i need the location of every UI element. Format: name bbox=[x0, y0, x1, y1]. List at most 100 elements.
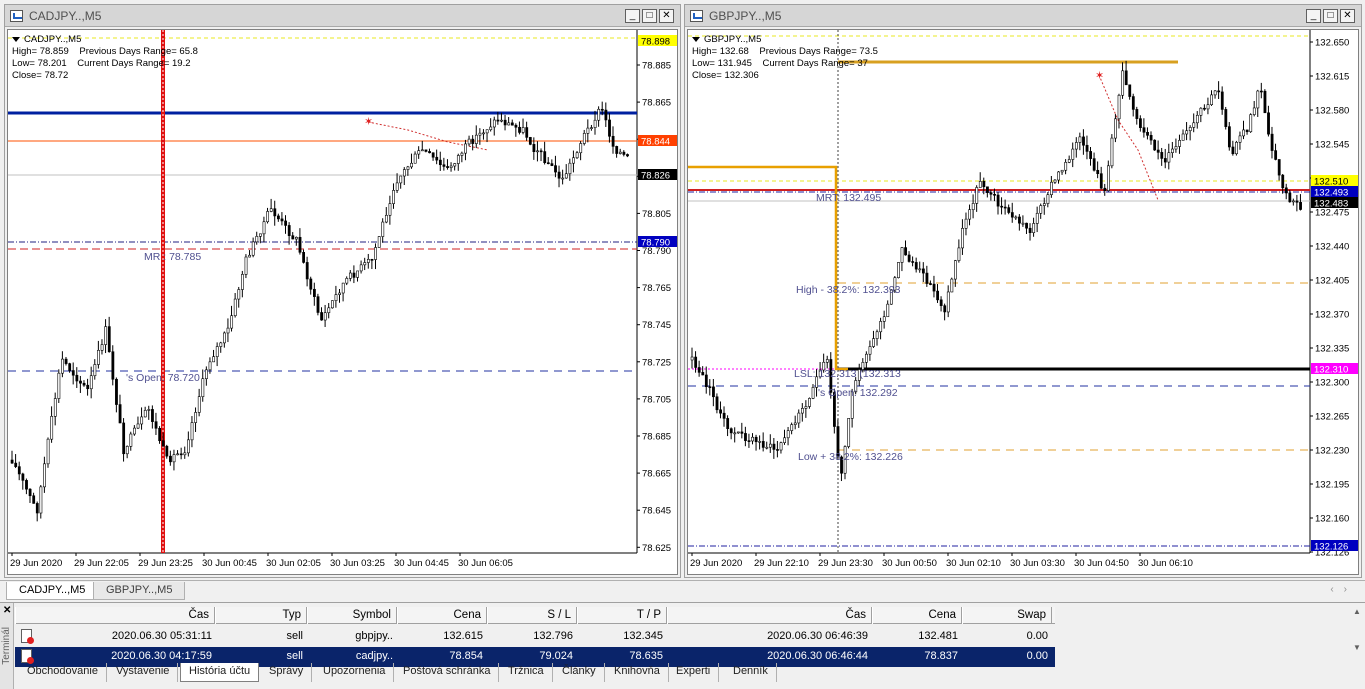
tab-alerts[interactable]: Upozornenia bbox=[315, 663, 395, 682]
col-type[interactable]: Typ bbox=[215, 607, 307, 624]
candle-body bbox=[273, 208, 277, 217]
candle-body bbox=[305, 262, 309, 280]
price-tick-label: 78.885 bbox=[642, 61, 671, 72]
close-button[interactable]: ✕ bbox=[659, 9, 674, 23]
candle-body bbox=[536, 150, 539, 153]
tab-experts[interactable]: Experti bbox=[668, 663, 720, 682]
candle-body bbox=[929, 283, 932, 285]
chart-tab-cadjpy[interactable]: CADJPY..,M5 bbox=[6, 582, 99, 600]
chart-tab-gbpjpy[interactable]: GBPJPY..,M5 bbox=[93, 582, 186, 600]
col-close-time[interactable]: Čas bbox=[667, 607, 872, 624]
candle-body bbox=[907, 254, 911, 262]
table-row[interactable]: 2020.06.30 05:31:11 sell gbpjpy.. 132.61… bbox=[15, 627, 1055, 647]
col-swap[interactable]: Swap bbox=[962, 607, 1052, 624]
price-tick-label: 132.545 bbox=[1315, 140, 1349, 151]
candle-body bbox=[532, 144, 536, 153]
tab-account-history[interactable]: História účtu bbox=[180, 663, 260, 682]
chart-window-cadjpy[interactable]: CADJPY..,M5 _ □ ✕ ✶ 78.885 78.865 78.844 78.… bbox=[4, 4, 681, 578]
candle-body bbox=[503, 119, 507, 126]
candle-body bbox=[808, 398, 811, 407]
table-scrollbar[interactable]: ▲ ▼ bbox=[1351, 607, 1363, 667]
tab-scroll-arrows-icon[interactable]: ‹› bbox=[1330, 584, 1357, 595]
candle-body bbox=[492, 119, 496, 128]
candle-body bbox=[237, 289, 241, 300]
candle-body bbox=[1000, 205, 1004, 208]
candle-body bbox=[53, 398, 57, 417]
candle-body bbox=[39, 486, 43, 514]
candle-body bbox=[172, 454, 176, 463]
price-tick-label: 132.440 bbox=[1315, 242, 1349, 253]
close-icon[interactable]: ✕ bbox=[3, 605, 11, 616]
candle-body bbox=[704, 374, 708, 388]
candle-body bbox=[971, 203, 975, 211]
col-tp[interactable]: T / P bbox=[577, 607, 667, 624]
maximize-button[interactable]: □ bbox=[1323, 9, 1338, 23]
cadjpy-chart-svg[interactable]: ✶ 78.885 78.865 78.844 78.826 78.805 78.790 78.… bbox=[8, 30, 678, 575]
candle-body bbox=[460, 152, 464, 156]
swap-cell: 0.00 bbox=[1026, 630, 1048, 642]
col-price[interactable]: Cena bbox=[397, 607, 487, 624]
candle-body bbox=[747, 440, 751, 442]
candle-body bbox=[248, 254, 252, 258]
candle-body bbox=[1035, 212, 1039, 224]
candle-body bbox=[129, 433, 133, 447]
tab-mailbox[interactable]: Poštová schránka bbox=[395, 663, 500, 682]
candle-body bbox=[68, 363, 72, 371]
candle-body bbox=[100, 344, 104, 351]
candle-body bbox=[341, 282, 345, 294]
candle-body bbox=[352, 272, 356, 278]
candle-body bbox=[327, 307, 331, 314]
chart-canvas[interactable]: ✶ 78.885 78.865 78.844 78.826 78.805 78.790 78.… bbox=[7, 29, 678, 575]
close-button[interactable]: ✕ bbox=[1340, 9, 1355, 23]
tab-exposure[interactable]: Vystavenie bbox=[108, 663, 179, 682]
tab-market[interactable]: Tržnica bbox=[500, 663, 553, 682]
tab-journal[interactable]: Denník bbox=[725, 663, 777, 682]
gbpjpy-chart-svg[interactable]: ✶132.650132.615132.580132.545132.510132.… bbox=[688, 30, 1359, 575]
candle-body bbox=[957, 247, 961, 261]
candle-body bbox=[996, 194, 1000, 207]
collapse-triangle-icon[interactable] bbox=[12, 36, 20, 42]
candle-body bbox=[428, 151, 431, 154]
window-titlebar[interactable]: CADJPY..,M5 _ □ ✕ bbox=[5, 5, 680, 27]
col-open-time[interactable]: Čas bbox=[15, 607, 215, 624]
candle-body bbox=[765, 446, 769, 449]
candle-body bbox=[879, 321, 883, 333]
candle-body bbox=[1124, 70, 1128, 86]
candle-body bbox=[1156, 149, 1160, 153]
tab-articles[interactable]: Články bbox=[554, 663, 605, 682]
close-time-cell: 2020.06.30 06:46:44 bbox=[767, 650, 868, 662]
candle-body bbox=[320, 312, 324, 321]
candle-body bbox=[726, 418, 730, 429]
col-close-price[interactable]: Cena bbox=[872, 607, 962, 624]
tab-news[interactable]: Správy bbox=[261, 663, 313, 682]
col-symbol[interactable]: Symbol bbox=[307, 607, 397, 624]
tab-trade[interactable]: Obchodovanie bbox=[19, 663, 107, 682]
candle-body bbox=[14, 462, 18, 467]
minimize-button[interactable]: _ bbox=[1306, 9, 1321, 23]
candle-body bbox=[1163, 158, 1167, 163]
chart-window-gbpjpy[interactable]: GBPJPY..,M5 _ □ ✕ ✶ 132.650 132.615 132.580… bbox=[684, 4, 1362, 578]
time-tick-label: 29 Jun 2020 bbox=[10, 558, 62, 569]
price-label-text: 132.310 bbox=[1314, 365, 1348, 376]
tab-library[interactable]: Knihovňa bbox=[606, 663, 669, 682]
chart-canvas[interactable]: ✶132.650132.615132.580132.545132.510132.… bbox=[687, 29, 1359, 575]
minimize-button[interactable]: _ bbox=[625, 9, 640, 23]
candle-body bbox=[89, 375, 93, 390]
candle-body bbox=[35, 503, 39, 514]
candle-body bbox=[615, 146, 619, 154]
candle-body bbox=[946, 291, 950, 313]
candle-body bbox=[179, 453, 183, 456]
col-sl[interactable]: S / L bbox=[487, 607, 577, 624]
maximize-button[interactable]: □ bbox=[642, 9, 657, 23]
candle-body bbox=[190, 422, 194, 441]
candle-body bbox=[847, 418, 851, 447]
candle-body bbox=[244, 256, 248, 275]
candle-body bbox=[793, 422, 797, 425]
collapse-triangle-icon[interactable] bbox=[692, 36, 700, 42]
window-titlebar[interactable]: GBPJPY..,M5 _ □ ✕ bbox=[685, 5, 1361, 27]
candle-body bbox=[982, 181, 986, 188]
candle-body bbox=[626, 154, 629, 157]
symbol-label: GBPJPY..,M5 bbox=[704, 34, 762, 45]
candle-body bbox=[1245, 129, 1249, 133]
candle-body bbox=[75, 374, 79, 382]
